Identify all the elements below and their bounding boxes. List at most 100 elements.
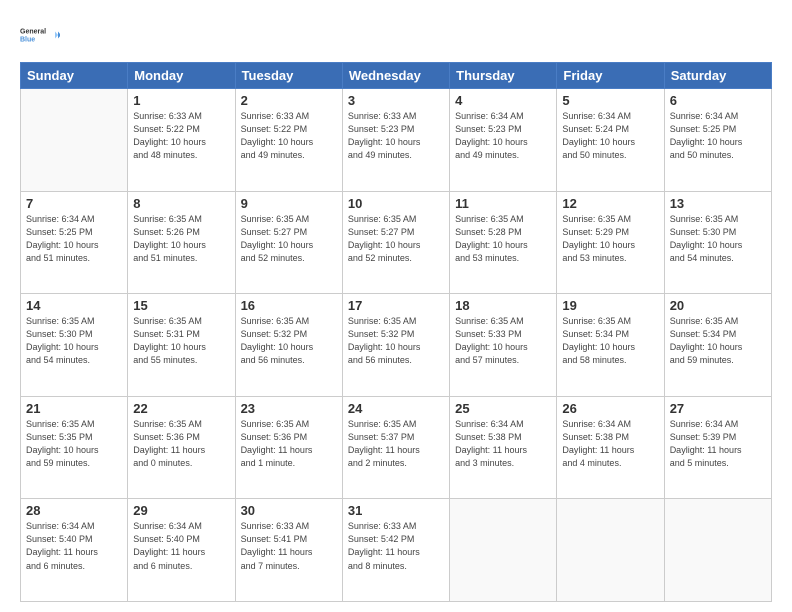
day-info: Sunrise: 6:35 AMSunset: 5:34 PMDaylight:… — [562, 315, 658, 367]
day-info: Sunrise: 6:35 AMSunset: 5:32 PMDaylight:… — [241, 315, 337, 367]
day-header-tuesday: Tuesday — [235, 63, 342, 89]
calendar-cell: 19 Sunrise: 6:35 AMSunset: 5:34 PMDayligh… — [557, 294, 664, 397]
day-number: 31 — [348, 503, 444, 518]
day-info: Sunrise: 6:35 AMSunset: 5:30 PMDaylight:… — [670, 213, 766, 265]
day-info: Sunrise: 6:34 AMSunset: 5:24 PMDaylight:… — [562, 110, 658, 162]
day-number: 11 — [455, 196, 551, 211]
week-row-5: 28 Sunrise: 6:34 AMSunset: 5:40 PMDayligh… — [21, 499, 772, 602]
logo-svg: General Blue — [20, 18, 60, 52]
day-number: 19 — [562, 298, 658, 313]
calendar-cell: 9Sunrise: 6:35 AMSunset: 5:27 PMDaylight… — [235, 191, 342, 294]
week-row-2: 7Sunrise: 6:34 AMSunset: 5:25 PMDaylight… — [21, 191, 772, 294]
logo: General Blue — [20, 18, 60, 52]
day-info: Sunrise: 6:34 AMSunset: 5:38 PMDaylight:… — [455, 418, 551, 470]
day-header-wednesday: Wednesday — [342, 63, 449, 89]
calendar-cell: 14Sunrise: 6:35 AMSunset: 5:30 PMDayligh… — [21, 294, 128, 397]
page: General Blue SundayMondayTuesdayWednesda… — [0, 0, 792, 612]
day-number: 28 — [26, 503, 122, 518]
day-info: Sunrise: 6:35 AMSunset: 5:28 PMDaylight:… — [455, 213, 551, 265]
day-info: Sunrise: 6:35 AMSunset: 5:37 PMDaylight:… — [348, 418, 444, 470]
day-number: 29 — [133, 503, 229, 518]
day-info: Sunrise: 6:35 AMSunset: 5:32 PMDaylight:… — [348, 315, 444, 367]
week-row-1: 1Sunrise: 6:33 AMSunset: 5:22 PMDaylight… — [21, 89, 772, 192]
calendar-cell: 26Sunrise: 6:34 AMSunset: 5:38 PMDayligh… — [557, 396, 664, 499]
calendar-cell: 3 Sunrise: 6:33 AMSunset: 5:23 PMDaylight… — [342, 89, 449, 192]
calendar-cell — [557, 499, 664, 602]
day-number: 2 — [241, 93, 337, 108]
header: General Blue — [20, 18, 772, 52]
calendar-cell: 15Sunrise: 6:35 AMSunset: 5:31 PMDayligh… — [128, 294, 235, 397]
calendar-cell: 29 Sunrise: 6:34 AMSunset: 5:40 PMDayligh… — [128, 499, 235, 602]
day-number: 8 — [133, 196, 229, 211]
calendar-cell: 10 Sunrise: 6:35 AMSunset: 5:27 PMDayligh… — [342, 191, 449, 294]
day-info: Sunrise: 6:35 AMSunset: 5:30 PMDaylight:… — [26, 315, 122, 367]
calendar-cell: 13 Sunrise: 6:35 AMSunset: 5:30 PMDayligh… — [664, 191, 771, 294]
day-info: Sunrise: 6:34 AMSunset: 5:25 PMDaylight:… — [26, 213, 122, 265]
day-info: Sunrise: 6:35 AMSunset: 5:29 PMDaylight:… — [562, 213, 658, 265]
day-number: 13 — [670, 196, 766, 211]
day-number: 21 — [26, 401, 122, 416]
day-number: 25 — [455, 401, 551, 416]
day-info: Sunrise: 6:33 AMSunset: 5:23 PMDaylight:… — [348, 110, 444, 162]
calendar-cell: 21 Sunrise: 6:35 AMSunset: 5:35 PMDayligh… — [21, 396, 128, 499]
calendar-cell: 7Sunrise: 6:34 AMSunset: 5:25 PMDaylight… — [21, 191, 128, 294]
day-info: Sunrise: 6:34 AMSunset: 5:23 PMDaylight:… — [455, 110, 551, 162]
day-number: 3 — [348, 93, 444, 108]
calendar-cell: 30 Sunrise: 6:33 AMSunset: 5:41 PMDayligh… — [235, 499, 342, 602]
day-info: Sunrise: 6:35 AMSunset: 5:35 PMDaylight:… — [26, 418, 122, 470]
day-number: 10 — [348, 196, 444, 211]
calendar-cell — [450, 499, 557, 602]
svg-text:Blue: Blue — [20, 37, 35, 44]
calendar-cell: 17Sunrise: 6:35 AMSunset: 5:32 PMDayligh… — [342, 294, 449, 397]
day-number: 4 — [455, 93, 551, 108]
day-info: Sunrise: 6:34 AMSunset: 5:40 PMDaylight:… — [26, 520, 122, 572]
calendar-cell: 28 Sunrise: 6:34 AMSunset: 5:40 PMDayligh… — [21, 499, 128, 602]
day-number: 30 — [241, 503, 337, 518]
day-info: Sunrise: 6:35 AMSunset: 5:36 PMDaylight:… — [133, 418, 229, 470]
calendar-cell: 22 Sunrise: 6:35 AMSunset: 5:36 PMDayligh… — [128, 396, 235, 499]
day-header-friday: Friday — [557, 63, 664, 89]
calendar-cell — [21, 89, 128, 192]
calendar-table: SundayMondayTuesdayWednesdayThursdayFrid… — [20, 62, 772, 602]
day-header-thursday: Thursday — [450, 63, 557, 89]
calendar-cell — [664, 499, 771, 602]
day-info: Sunrise: 6:34 AMSunset: 5:38 PMDaylight:… — [562, 418, 658, 470]
calendar-cell: 23Sunrise: 6:35 AMSunset: 5:36 PMDayligh… — [235, 396, 342, 499]
day-header-monday: Monday — [128, 63, 235, 89]
calendar-cell: 11 Sunrise: 6:35 AMSunset: 5:28 PMDayligh… — [450, 191, 557, 294]
day-number: 9 — [241, 196, 337, 211]
calendar-cell: 18 Sunrise: 6:35 AMSunset: 5:33 PMDayligh… — [450, 294, 557, 397]
day-info: Sunrise: 6:35 AMSunset: 5:33 PMDaylight:… — [455, 315, 551, 367]
day-info: Sunrise: 6:33 AMSunset: 5:41 PMDaylight:… — [241, 520, 337, 572]
day-info: Sunrise: 6:34 AMSunset: 5:40 PMDaylight:… — [133, 520, 229, 572]
day-info: Sunrise: 6:35 AMSunset: 5:34 PMDaylight:… — [670, 315, 766, 367]
calendar-cell: 6 Sunrise: 6:34 AMSunset: 5:25 PMDaylight… — [664, 89, 771, 192]
day-number: 20 — [670, 298, 766, 313]
day-info: Sunrise: 6:35 AMSunset: 5:26 PMDaylight:… — [133, 213, 229, 265]
calendar-cell: 5 Sunrise: 6:34 AMSunset: 5:24 PMDaylight… — [557, 89, 664, 192]
day-info: Sunrise: 6:35 AMSunset: 5:27 PMDaylight:… — [348, 213, 444, 265]
day-info: Sunrise: 6:35 AMSunset: 5:36 PMDaylight:… — [241, 418, 337, 470]
calendar-cell: 1Sunrise: 6:33 AMSunset: 5:22 PMDaylight… — [128, 89, 235, 192]
day-info: Sunrise: 6:33 AMSunset: 5:22 PMDaylight:… — [241, 110, 337, 162]
day-number: 22 — [133, 401, 229, 416]
calendar-cell: 8 Sunrise: 6:35 AMSunset: 5:26 PMDaylight… — [128, 191, 235, 294]
day-number: 24 — [348, 401, 444, 416]
day-info: Sunrise: 6:34 AMSunset: 5:25 PMDaylight:… — [670, 110, 766, 162]
day-info: Sunrise: 6:34 AMSunset: 5:39 PMDaylight:… — [670, 418, 766, 470]
day-number: 16 — [241, 298, 337, 313]
calendar-cell: 31 Sunrise: 6:33 AMSunset: 5:42 PMDayligh… — [342, 499, 449, 602]
header-row: SundayMondayTuesdayWednesdayThursdayFrid… — [21, 63, 772, 89]
calendar-cell: 16 Sunrise: 6:35 AMSunset: 5:32 PMDayligh… — [235, 294, 342, 397]
day-number: 18 — [455, 298, 551, 313]
calendar-cell: 24 Sunrise: 6:35 AMSunset: 5:37 PMDayligh… — [342, 396, 449, 499]
day-number: 27 — [670, 401, 766, 416]
day-info: Sunrise: 6:33 AMSunset: 5:22 PMDaylight:… — [133, 110, 229, 162]
day-info: Sunrise: 6:33 AMSunset: 5:42 PMDaylight:… — [348, 520, 444, 572]
week-row-3: 14Sunrise: 6:35 AMSunset: 5:30 PMDayligh… — [21, 294, 772, 397]
day-number: 12 — [562, 196, 658, 211]
week-row-4: 21 Sunrise: 6:35 AMSunset: 5:35 PMDayligh… — [21, 396, 772, 499]
calendar-cell: 4 Sunrise: 6:34 AMSunset: 5:23 PMDaylight… — [450, 89, 557, 192]
day-number: 6 — [670, 93, 766, 108]
day-number: 5 — [562, 93, 658, 108]
